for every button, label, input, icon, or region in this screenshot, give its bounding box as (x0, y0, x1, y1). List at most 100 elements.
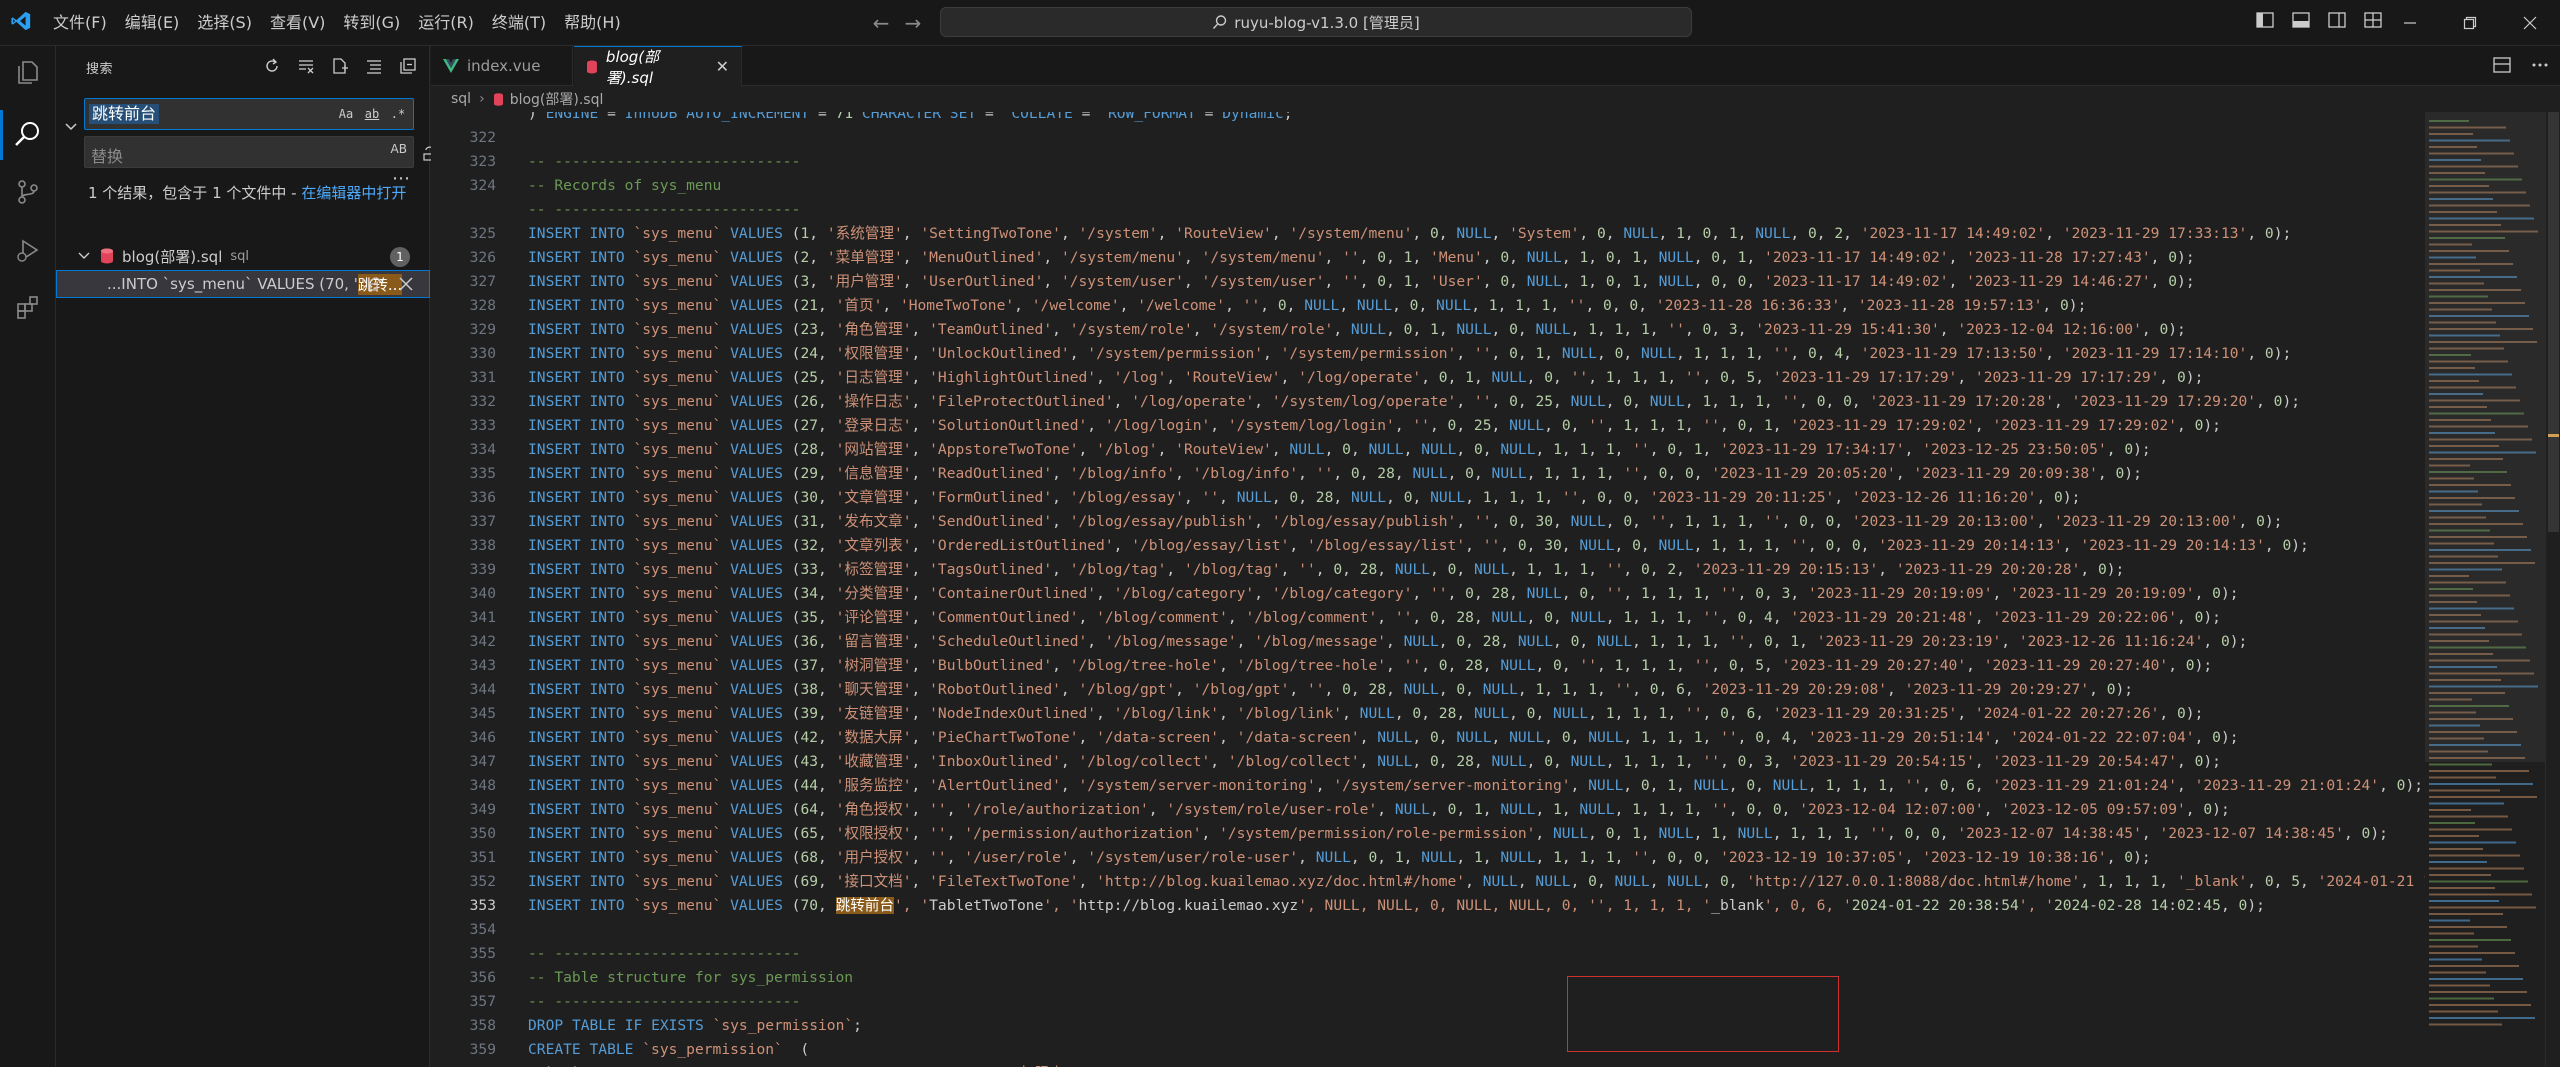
code-line[interactable]: ) ENGINE = InnoDB AUTO_INCREMENT = 71 CH… (431, 112, 2425, 126)
restore-icon[interactable] (2440, 0, 2500, 46)
code-line[interactable]: 344 INSERT INTO `sys_menu` VALUES (38, '聊… (431, 678, 2425, 702)
tab-index-vue[interactable]: index.vue (431, 46, 573, 86)
toggle-replace-chevron-icon[interactable] (62, 118, 80, 136)
match-whole-word-toggle[interactable]: ab (361, 103, 383, 125)
code-line[interactable]: 353 INSERT INTO `sys_menu` VALUES (70, 跳转… (431, 894, 2425, 918)
code-line[interactable]: 343 INSERT INTO `sys_menu` VALUES (37, '树… (431, 654, 2425, 678)
code-line[interactable]: 345 INSERT INTO `sys_menu` VALUES (39, '友… (431, 702, 2425, 726)
result-file-row[interactable]: blog(部署).sql sql 1 (56, 242, 430, 270)
minimap-line (2429, 796, 2537, 798)
line-number: 357 (469, 993, 496, 1010)
close-tab-icon[interactable]: ✕ (716, 57, 729, 76)
preserve-case-toggle[interactable]: AB (391, 142, 407, 156)
code-line[interactable]: 333 INSERT INTO `sys_menu` VALUES (27, '登… (431, 414, 2425, 438)
menu-go[interactable]: 转到(G) (334, 0, 409, 46)
source-control-icon[interactable] (10, 174, 46, 210)
code-line[interactable]: 355 -- ---------------------------- (431, 942, 2425, 966)
chevron-down-icon[interactable] (76, 248, 92, 264)
code-line[interactable]: 331 INSERT INTO `sys_menu` VALUES (25, '日… (431, 366, 2425, 390)
code-line[interactable]: 334 INSERT INTO `sys_menu` VALUES (28, '网… (431, 438, 2425, 462)
code-line[interactable]: 357 -- ---------------------------- (431, 990, 2425, 1014)
code-line[interactable]: 330 INSERT INTO `sys_menu` VALUES (24, '权… (431, 342, 2425, 366)
code-line[interactable]: 360 `id` bigint UNSIGNED NOT NULL AUTO_I… (431, 1062, 2425, 1067)
code-line[interactable]: 335 INSERT INTO `sys_menu` VALUES (29, '信… (431, 462, 2425, 486)
code-line[interactable]: 328 INSERT INTO `sys_menu` VALUES (21, '首… (431, 294, 2425, 318)
toggle-secondary-sidebar-icon[interactable] (2326, 9, 2348, 31)
code-line[interactable]: 338 INSERT INTO `sys_menu` VALUES (32, '文… (431, 534, 2425, 558)
code-line[interactable]: 325 INSERT INTO `sys_menu` VALUES (1, '系统… (431, 222, 2425, 246)
open-in-editor-link[interactable]: 在编辑器中打开 (301, 184, 406, 202)
minimize-icon[interactable] (2380, 0, 2440, 46)
menu-edit[interactable]: 编辑(E) (116, 0, 189, 46)
code-line[interactable]: 352 INSERT INTO `sys_menu` VALUES (69, '接… (431, 870, 2425, 894)
code-line[interactable]: 342 INSERT INTO `sys_menu` VALUES (36, '留… (431, 630, 2425, 654)
menu-terminal[interactable]: 终端(T) (483, 0, 555, 46)
code-line[interactable]: 340 INSERT INTO `sys_menu` VALUES (34, '分… (431, 582, 2425, 606)
code-line[interactable]: 327 INSERT INTO `sys_menu` VALUES (3, '用户… (431, 270, 2425, 294)
code-line[interactable]: 347 INSERT INTO `sys_menu` VALUES (43, '收… (431, 750, 2425, 774)
refresh-icon[interactable] (260, 54, 284, 78)
code-line[interactable]: 346 INSERT INTO `sys_menu` VALUES (42, '数… (431, 726, 2425, 750)
code-line[interactable]: 341 INSERT INTO `sys_menu` VALUES (35, '评… (431, 606, 2425, 630)
dismiss-match-icon[interactable] (397, 275, 415, 293)
menu-view[interactable]: 查看(V) (261, 0, 334, 46)
code-line[interactable]: 329 INSERT INTO `sys_menu` VALUES (23, '角… (431, 318, 2425, 342)
minimap-line (2429, 991, 2527, 993)
code-line[interactable]: 349 INSERT INTO `sys_menu` VALUES (64, '角… (431, 798, 2425, 822)
code-line[interactable]: 359 CREATE TABLE `sys_permission` ( (431, 1038, 2425, 1062)
vertical-scrollbar[interactable] (2545, 112, 2560, 1067)
toggle-panel-icon[interactable] (2290, 9, 2312, 31)
menu-run[interactable]: 运行(R) (409, 0, 483, 46)
code-line[interactable]: 323 -- ---------------------------- (431, 150, 2425, 174)
match-case-toggle[interactable]: Aa (335, 103, 357, 125)
breadcrumb-folder[interactable]: sql (451, 91, 471, 107)
code-line[interactable]: 348 INSERT INTO `sys_menu` VALUES (44, '服… (431, 774, 2425, 798)
replace-input[interactable]: 替换 AB (84, 136, 414, 168)
minimap-slider[interactable] (2425, 112, 2545, 762)
code-line[interactable]: 326 INSERT INTO `sys_menu` VALUES (2, '菜单… (431, 246, 2425, 270)
code-line[interactable]: 356 -- Table structure for sys_permission (431, 966, 2425, 990)
line-number: 352 (469, 873, 496, 890)
clear-results-icon[interactable] (294, 54, 318, 78)
search-input-value[interactable]: 跳转前台 (89, 104, 160, 124)
code-line[interactable]: -- ---------------------------- (431, 198, 2425, 222)
menu-selection[interactable]: 选择(S) (188, 0, 261, 46)
menu-file[interactable]: 文件(F) (44, 0, 116, 46)
close-window-icon[interactable] (2500, 0, 2560, 46)
more-actions-icon[interactable] (2530, 55, 2550, 75)
back-arrow-icon[interactable]: ← (868, 10, 894, 36)
code-line[interactable]: 337 INSERT INTO `sys_menu` VALUES (31, '发… (431, 510, 2425, 534)
tab-blog-sql[interactable]: blog(部署).sql ✕ (574, 46, 742, 87)
code-text: ) ENGINE = InnoDB AUTO_INCREMENT = 71 CH… (528, 112, 1293, 122)
command-center[interactable]: ruyu-blog-v1.3.0 [管理员] (940, 7, 1692, 37)
collapse-all-icon[interactable] (396, 54, 420, 78)
code-editor[interactable]: ) ENGINE = InnoDB AUTO_INCREMENT = 71 CH… (431, 112, 2425, 1067)
scrollbar-thumb[interactable] (2548, 112, 2559, 532)
code-line[interactable]: 332 INSERT INTO `sys_menu` VALUES (26, '操… (431, 390, 2425, 414)
code-line[interactable]: 351 INSERT INTO `sys_menu` VALUES (68, '用… (431, 846, 2425, 870)
search-view-icon[interactable] (10, 116, 46, 152)
code-line[interactable]: 354 (431, 918, 2425, 942)
code-text: INSERT INTO `sys_menu` VALUES (64, '角色授权… (528, 801, 2230, 818)
code-line[interactable]: 350 INSERT INTO `sys_menu` VALUES (65, '权… (431, 822, 2425, 846)
search-input[interactable]: 跳转前台 Aa ab .* (84, 98, 414, 130)
forward-arrow-icon[interactable]: → (900, 10, 926, 36)
code-line[interactable]: 324 -- Records of sys_menu (431, 174, 2425, 198)
menu-help[interactable]: 帮助(H) (555, 0, 630, 46)
breadcrumb-file[interactable]: blog(部署).sql (510, 89, 604, 109)
split-editor-icon[interactable] (2492, 55, 2512, 75)
toggle-primary-sidebar-icon[interactable] (2254, 9, 2276, 31)
view-as-tree-icon[interactable] (362, 54, 386, 78)
replace-match-icon[interactable] (367, 275, 385, 293)
minimap[interactable] (2425, 112, 2545, 1067)
new-search-editor-icon[interactable] (328, 54, 352, 78)
extensions-icon[interactable] (10, 290, 46, 326)
code-line[interactable]: 322 (431, 126, 2425, 150)
code-line[interactable]: 358 DROP TABLE IF EXISTS `sys_permission`… (431, 1014, 2425, 1038)
run-debug-icon[interactable] (10, 232, 46, 268)
code-line[interactable]: 336 INSERT INTO `sys_menu` VALUES (30, '文… (431, 486, 2425, 510)
explorer-icon[interactable] (10, 54, 46, 90)
search-match-row[interactable]: ...INTO `sys_menu` VALUES (70, ' 跳转... (56, 270, 430, 298)
use-regex-toggle[interactable]: .* (387, 103, 409, 125)
code-line[interactable]: 339 INSERT INTO `sys_menu` VALUES (33, '标… (431, 558, 2425, 582)
